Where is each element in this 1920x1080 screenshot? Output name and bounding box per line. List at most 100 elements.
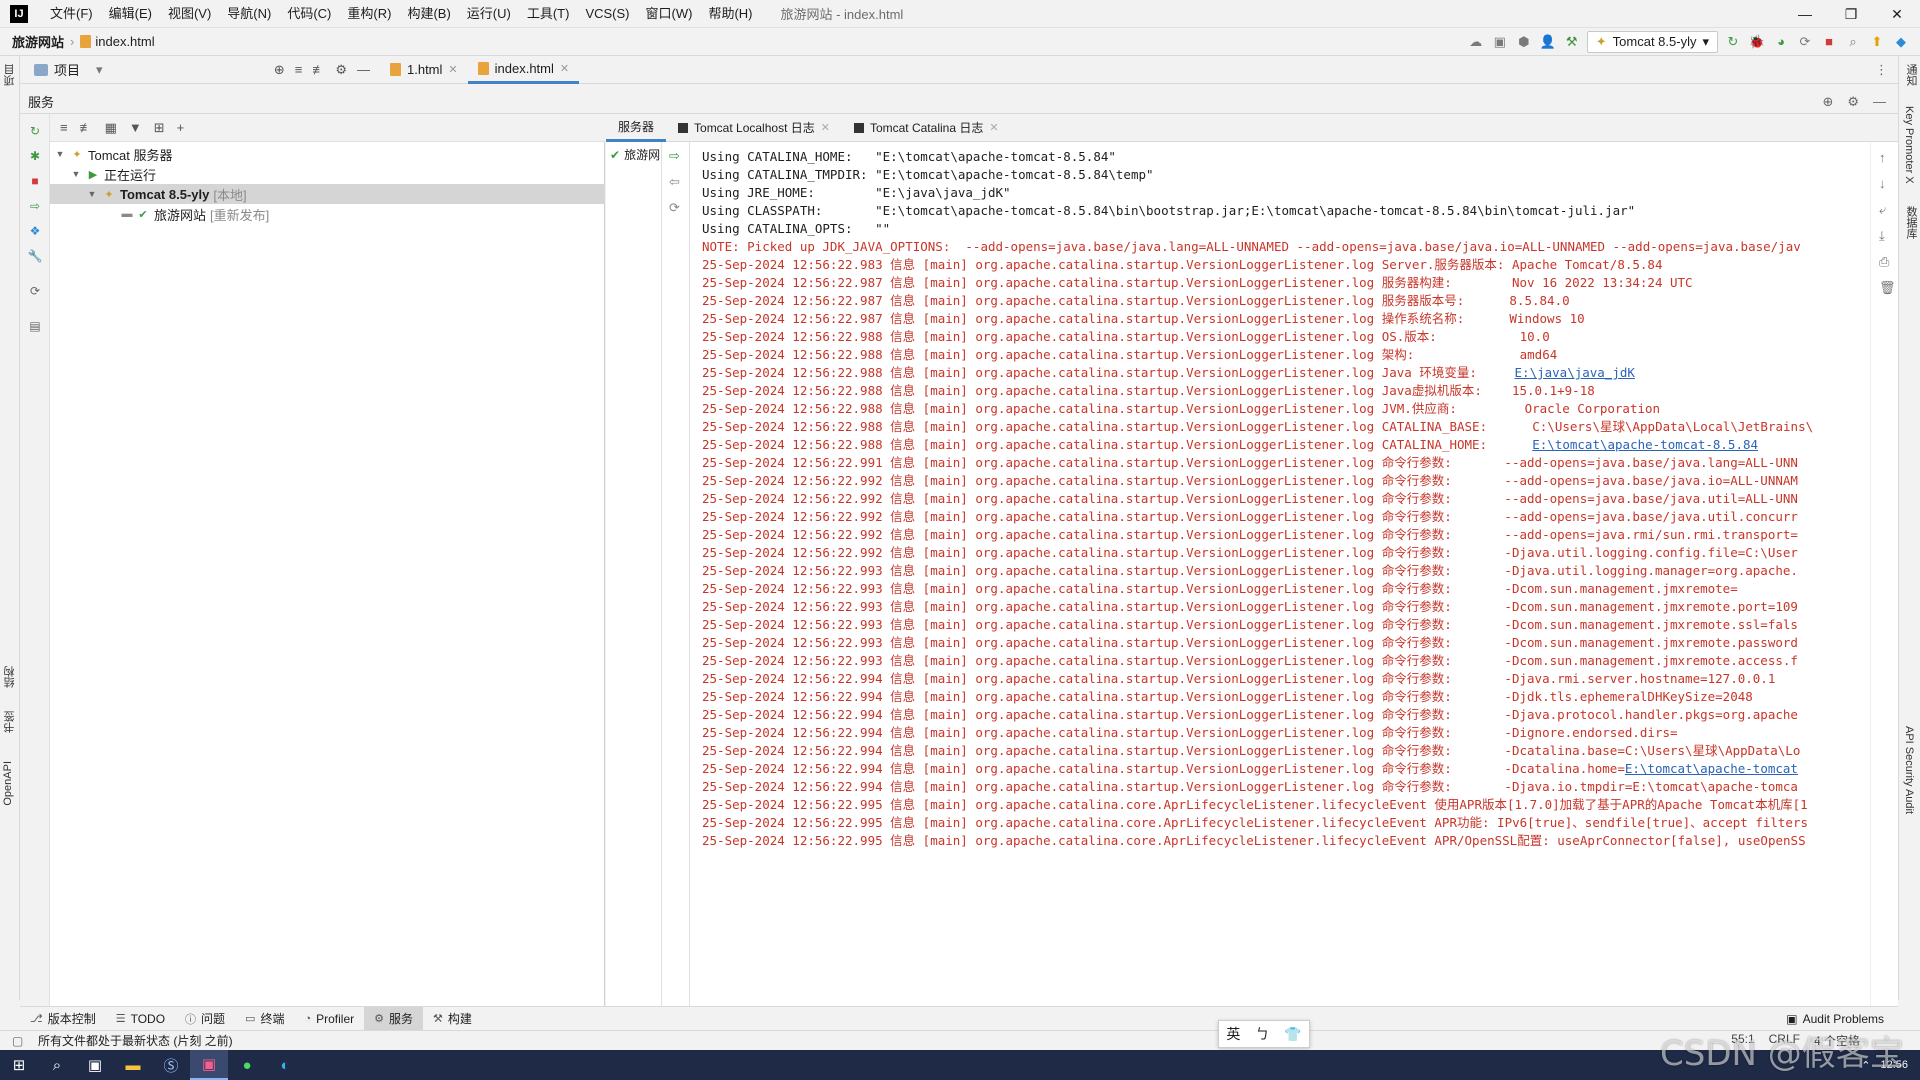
- audit-problems-tab[interactable]: ▣ Audit Problems: [1786, 1012, 1898, 1026]
- more-tabs-icon[interactable]: ⋮: [1875, 62, 1898, 78]
- close-icon[interactable]: ✕: [448, 63, 457, 76]
- search-icon[interactable]: ⌕: [1844, 33, 1862, 51]
- refresh-icon[interactable]: ⟳: [669, 200, 680, 216]
- collapse-all-icon[interactable]: ≢: [80, 120, 93, 135]
- bottom-tab-todo[interactable]: ☰ TODO: [106, 1007, 175, 1031]
- close-icon[interactable]: ✕: [560, 62, 569, 75]
- database-tool-tab[interactable]: 数据库: [1903, 206, 1919, 239]
- intellij-icon[interactable]: ▣: [190, 1050, 228, 1080]
- print-icon[interactable]: ⎙: [1879, 254, 1889, 270]
- hide-icon[interactable]: —: [357, 62, 370, 78]
- menu-file[interactable]: 文件(F): [42, 0, 101, 28]
- tab-tomcat-catalina-log[interactable]: Tomcat Catalina 日志 ✕: [842, 114, 1011, 142]
- ime-language-toggle[interactable]: 英: [1226, 1024, 1240, 1044]
- caret-position[interactable]: 55:1: [1731, 1032, 1754, 1049]
- key-promoter-tool-tab[interactable]: Key Promoter X: [1903, 106, 1915, 184]
- scroll-up-icon[interactable]: ↑: [1879, 150, 1886, 165]
- new-tab-icon[interactable]: ⊞: [154, 120, 165, 136]
- scroll-down-icon[interactable]: ↓: [1879, 176, 1886, 191]
- locate-icon[interactable]: ⊕: [274, 62, 285, 78]
- stop-icon[interactable]: ■: [1820, 33, 1838, 51]
- openapi-tool-tab[interactable]: OpenAPI: [2, 761, 14, 806]
- chevron-down-icon[interactable]: ▼: [54, 149, 66, 159]
- soft-wrap-icon[interactable]: ⤶: [1879, 202, 1886, 218]
- bottom-tab-build[interactable]: ⚒ 构建: [423, 1007, 482, 1031]
- profile-icon[interactable]: ⟳: [1796, 33, 1814, 51]
- filter-icon[interactable]: ▼: [129, 120, 142, 135]
- maximize-button[interactable]: ❐: [1828, 0, 1874, 28]
- tree-node-tomcat-instance[interactable]: ▼ ✦ Tomcat 8.5-yly [本地]: [50, 184, 605, 204]
- refresh-icon[interactable]: ⟳: [28, 284, 42, 298]
- close-window-button[interactable]: ✕: [1874, 0, 1920, 28]
- update-icon[interactable]: ⬆: [1868, 33, 1886, 51]
- rerun-icon[interactable]: ↻: [1724, 33, 1742, 51]
- expand-all-icon[interactable]: ≡: [295, 62, 303, 78]
- undeploy-icon[interactable]: ⇦: [669, 174, 680, 190]
- menu-tools[interactable]: 工具(T): [519, 0, 578, 28]
- menu-window[interactable]: 窗口(W): [638, 0, 701, 28]
- gear-icon[interactable]: ⚙: [335, 62, 347, 78]
- wrench-icon[interactable]: 🔧: [28, 249, 43, 263]
- status-toggle-icon[interactable]: ▢: [12, 1034, 23, 1048]
- editor-tab-index-html[interactable]: index.html ✕: [467, 56, 580, 84]
- coverage-icon[interactable]: ◕: [1772, 33, 1790, 51]
- add-service-icon[interactable]: ⊕: [1822, 94, 1833, 110]
- project-view-select[interactable]: 项目 ▾: [20, 60, 230, 79]
- clock[interactable]: 12:56: [1880, 1059, 1908, 1071]
- deploy-icon[interactable]: ⇨: [28, 199, 42, 213]
- menu-refactor[interactable]: 重构(R): [339, 0, 399, 28]
- tab-server[interactable]: 服务器: [606, 114, 667, 142]
- debug-icon[interactable]: ✱: [28, 149, 42, 163]
- console-path-link[interactable]: E:\java\java_jdK: [1515, 365, 1635, 380]
- tree-node-deployment[interactable]: ▬ ✔ 旅游网站 [重新发布]: [50, 204, 605, 224]
- ime-mode-toggle[interactable]: ㄅ: [1255, 1024, 1269, 1044]
- user-icon[interactable]: 👤: [1539, 33, 1557, 51]
- app-logo-icon[interactable]: IJ: [10, 4, 28, 23]
- cloud-icon[interactable]: ☁: [1467, 33, 1485, 51]
- task-view-icon[interactable]: ▣: [76, 1050, 114, 1080]
- artifact-icon[interactable]: ❖: [28, 224, 42, 238]
- plugin-icon[interactable]: ◆: [1892, 33, 1910, 51]
- shirt-icon[interactable]: 👕: [1284, 1026, 1301, 1043]
- group-icon[interactable]: ▦: [105, 120, 117, 136]
- tray-icons[interactable]: ⌃: [1861, 1059, 1870, 1072]
- console-output[interactable]: Using CATALINA_HOME: "E:\tomcat\apache-t…: [690, 142, 1870, 1006]
- file-explorer-icon[interactable]: ▬: [114, 1050, 152, 1080]
- bottom-tab-profiler[interactable]: ◔ Profiler: [294, 1007, 364, 1031]
- menu-vcs[interactable]: VCS(S): [577, 0, 637, 28]
- breadcrumb-file[interactable]: index.html: [74, 34, 160, 49]
- trash-icon[interactable]: 🗑: [1879, 280, 1896, 296]
- search-icon[interactable]: ⌕: [38, 1050, 76, 1080]
- bookmarks-tool-tab[interactable]: 书签: [2, 711, 18, 733]
- stop-icon[interactable]: ■: [28, 174, 42, 188]
- app-s-icon[interactable]: Ⓢ: [152, 1050, 190, 1080]
- tree-node-tomcat-server[interactable]: ▼ ✦ Tomcat 服务器: [50, 144, 605, 164]
- collapse-all-icon[interactable]: ≢: [312, 62, 325, 78]
- menu-navigate[interactable]: 导航(N): [219, 0, 279, 28]
- shield-icon[interactable]: ⬢: [1515, 33, 1533, 51]
- project-tool-tab[interactable]: 项目: [2, 64, 18, 86]
- rerun-icon[interactable]: ↻: [28, 124, 42, 138]
- tab-tomcat-localhost-log[interactable]: Tomcat Localhost 日志 ✕: [666, 114, 842, 142]
- layout-icon[interactable]: ▤: [28, 319, 42, 333]
- scroll-to-end-icon[interactable]: ⤓: [1879, 228, 1885, 244]
- close-icon[interactable]: ✕: [821, 121, 830, 134]
- wechat-icon[interactable]: ●: [228, 1050, 266, 1080]
- deploy-icon[interactable]: ⇨: [669, 148, 680, 164]
- notifications-tool-tab[interactable]: 通知: [1903, 64, 1919, 86]
- bottom-tab-terminal[interactable]: ▭ 终端: [235, 1007, 294, 1031]
- structure-tool-tab[interactable]: 结构: [2, 666, 18, 688]
- line-separator[interactable]: CRLF: [1769, 1032, 1800, 1049]
- console-path-link[interactable]: E:\tomcat\apache-tomcat: [1625, 761, 1798, 776]
- chevron-down-icon[interactable]: ▼: [86, 189, 98, 199]
- indent-setting[interactable]: 4 个空格: [1814, 1032, 1860, 1049]
- menu-help[interactable]: 帮助(H): [700, 0, 760, 28]
- console-path-link[interactable]: E:\tomcat\apache-tomcat-8.5.84: [1532, 437, 1758, 452]
- minimize-button[interactable]: —: [1782, 0, 1828, 28]
- bottom-tab-version-control[interactable]: ⎇ 版本控制: [20, 1007, 106, 1031]
- hide-panel-icon[interactable]: —: [1873, 94, 1886, 110]
- deployment-item[interactable]: ✔ 旅游网站: [610, 146, 660, 163]
- close-icon[interactable]: ✕: [989, 121, 998, 134]
- windows-start-icon[interactable]: ⊞: [0, 1050, 38, 1080]
- bottom-tab-problems[interactable]: ⓘ 问题: [175, 1007, 235, 1031]
